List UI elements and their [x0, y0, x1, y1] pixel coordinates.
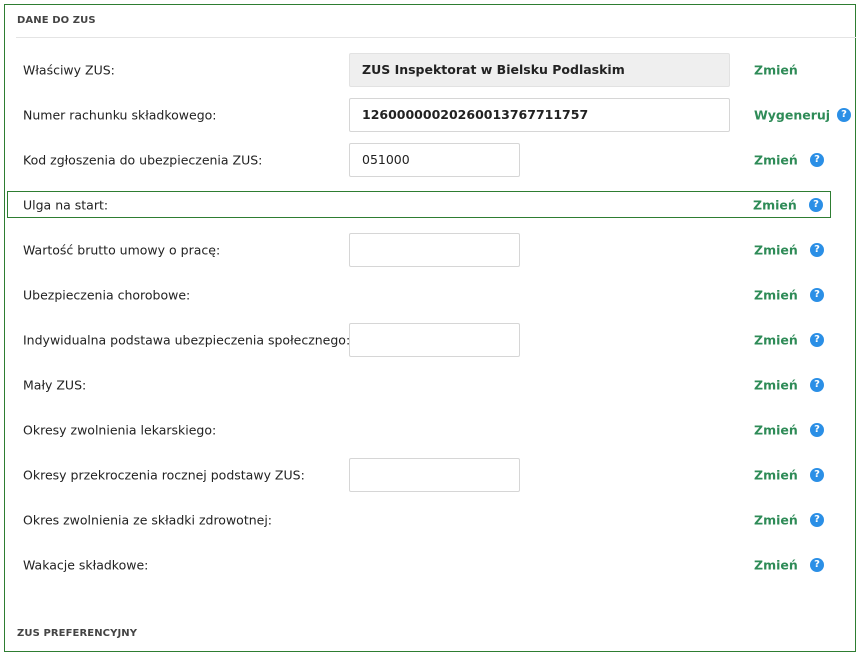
question-circle-icon[interactable]: ?	[809, 197, 823, 212]
row-kod-zgloszenia: Kod zgłoszenia do ubezpieczenia ZUS: 051…	[7, 143, 831, 177]
field-wlasciwy-zus: ZUS Inspektorat w Bielsku Podlaskim	[349, 53, 730, 87]
section-divider	[16, 37, 856, 38]
question-circle-icon[interactable]: ?	[810, 288, 824, 302]
row-indywidualna-podstawa: Indywidualna podstawa ubezpieczenia społ…	[7, 323, 831, 357]
field-okresy-przekroczenia[interactable]	[349, 458, 520, 492]
row-wakacje-skladkowe: Wakacje składkowe: Zmień ?	[7, 551, 831, 579]
label-okresy-zwolnienia-lekarskiego: Okresy zwolnienia lekarskiego:	[23, 422, 217, 438]
change-okres-zwolnienia-skladki-link[interactable]: Zmień	[754, 513, 798, 528]
label-kod-zgloszenia: Kod zgłoszenia do ubezpieczenia ZUS:	[23, 152, 263, 168]
question-circle-icon[interactable]: ?	[810, 378, 824, 392]
question-circle-icon[interactable]: ?	[810, 513, 824, 527]
label-wartosc-brutto: Wartość brutto umowy o pracę:	[23, 242, 221, 258]
question-circle-icon[interactable]: ?	[810, 333, 824, 347]
field-indywidualna-podstawa[interactable]	[349, 323, 520, 357]
row-maly-zus: Mały ZUS: Zmień ?	[7, 371, 831, 399]
change-okresy-przekroczenia-link[interactable]: Zmień	[754, 468, 798, 483]
field-kod-zgloszenia[interactable]: 051000	[349, 143, 520, 177]
change-okresy-zwolnienia-lekarskiego-link[interactable]: Zmień	[754, 423, 798, 438]
change-indywidualna-podstawa-link[interactable]: Zmień	[754, 333, 798, 348]
field-wartosc-brutto[interactable]	[349, 233, 520, 267]
question-circle-icon[interactable]: ?	[810, 243, 824, 257]
change-maly-zus-link[interactable]: Zmień	[754, 378, 798, 393]
label-okresy-przekroczenia: Okresy przekroczenia rocznej podstawy ZU…	[23, 467, 305, 483]
generate-numer-rachunku-link[interactable]: Wygeneruj	[754, 108, 830, 123]
field-numer-rachunku[interactable]: 12600000020260013767711757	[349, 98, 730, 132]
label-okres-zwolnienia-skladki: Okres zwolnienia ze składki zdrowotnej:	[23, 512, 273, 528]
label-maly-zus: Mały ZUS:	[23, 377, 87, 393]
change-ubezpieczenia-chorobowe-link[interactable]: Zmień	[754, 288, 798, 303]
row-numer-rachunku: Numer rachunku składkowego: 126000000202…	[7, 98, 851, 132]
question-circle-icon[interactable]: ?	[810, 468, 824, 482]
row-okresy-przekroczenia: Okresy przekroczenia rocznej podstawy ZU…	[7, 458, 831, 492]
question-circle-icon[interactable]: ?	[810, 153, 824, 167]
label-wlasciwy-zus: Właściwy ZUS:	[23, 62, 115, 78]
question-circle-icon[interactable]: ?	[837, 108, 851, 122]
row-okres-zwolnienia-skladki: Okres zwolnienia ze składki zdrowotnej: …	[7, 506, 831, 534]
question-circle-icon[interactable]: ?	[810, 423, 824, 437]
label-ulga-na-start: Ulga na start:	[23, 197, 109, 212]
change-ulga-na-start-link[interactable]: Zmień	[753, 197, 797, 212]
question-circle-icon[interactable]: ?	[810, 558, 824, 572]
section-title-dane-do-zus: DANE DO ZUS	[17, 15, 96, 26]
row-ulga-na-start: Ulga na start: Zmień ?	[7, 191, 831, 218]
change-wlasciwy-zus-link[interactable]: Zmień	[754, 63, 798, 78]
change-wakacje-skladkowe-link[interactable]: Zmień	[754, 558, 798, 573]
label-wakacje-skladkowe: Wakacje składkowe:	[23, 557, 149, 573]
row-okresy-zwolnienia-lekarskiego: Okresy zwolnienia lekarskiego: Zmień ?	[7, 416, 831, 444]
section-title-zus-preferencyjny[interactable]: ZUS PREFERENCYJNY	[17, 628, 137, 639]
change-wartosc-brutto-link[interactable]: Zmień	[754, 243, 798, 258]
row-ubezpieczenia-chorobowe: Ubezpieczenia chorobowe: Zmień ?	[7, 281, 831, 309]
label-indywidualna-podstawa: Indywidualna podstawa ubezpieczenia społ…	[23, 332, 351, 348]
row-wlasciwy-zus: Właściwy ZUS: ZUS Inspektorat w Bielsku …	[7, 53, 831, 87]
label-ubezpieczenia-chorobowe: Ubezpieczenia chorobowe:	[23, 287, 191, 303]
row-wartosc-brutto: Wartość brutto umowy o pracę: Zmień ?	[7, 233, 831, 267]
label-numer-rachunku: Numer rachunku składkowego:	[23, 107, 217, 123]
change-kod-zgloszenia-link[interactable]: Zmień	[754, 153, 798, 168]
